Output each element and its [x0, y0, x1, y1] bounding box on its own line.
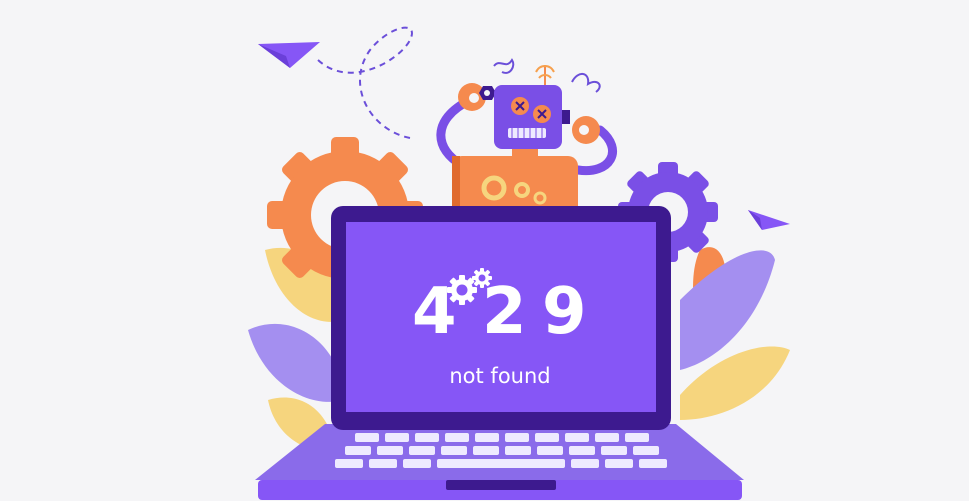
error-illustration	[248, 26, 790, 500]
leaf-icon	[248, 247, 345, 451]
error-code-digit: 2	[482, 275, 533, 349]
error-message: not found	[449, 364, 551, 388]
robot-illustration	[436, 58, 617, 216]
paper-plane-icon	[748, 210, 790, 230]
paper-plane-icon	[258, 42, 320, 68]
error-code-digit: 4	[412, 275, 463, 349]
error-page: 4 2 9 not found	[0, 0, 969, 501]
leaf-icon	[680, 247, 790, 420]
dashed-trail	[317, 26, 413, 139]
error-code-digit: 9	[542, 275, 593, 349]
